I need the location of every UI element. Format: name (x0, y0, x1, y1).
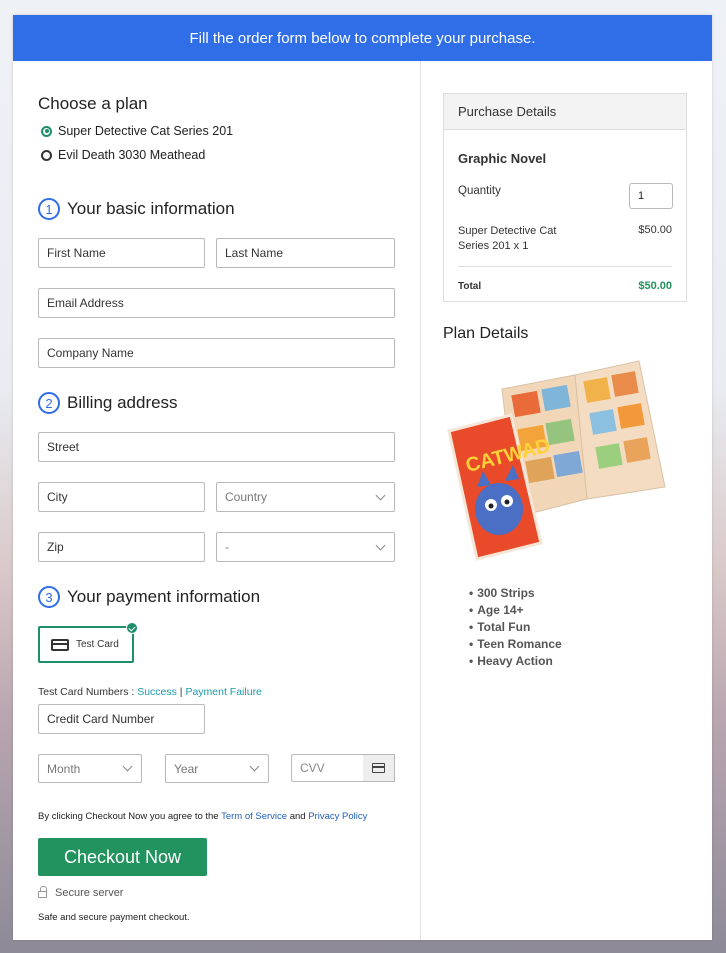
plan-option-2[interactable]: Evil Death 3030 Meathead (41, 148, 205, 162)
safe-checkout-text: Safe and secure payment checkout. (38, 912, 190, 923)
line-item-name: Super Detective Cat (458, 225, 557, 237)
last-name-placeholder: Last Name (225, 246, 284, 260)
step-number: 3 (38, 586, 60, 608)
purchase-details-box: Purchase Details Graphic Novel Quantity … (443, 93, 687, 302)
order-form-frame: Fill the order form below to complete yo… (13, 15, 712, 940)
email-placeholder: Email Address (47, 296, 124, 310)
zip-placeholder: Zip (47, 540, 64, 554)
card-number-field[interactable]: Credit Card Number (38, 704, 205, 734)
radio-selected-icon[interactable] (41, 125, 52, 137)
line-item: Super Detective Cat Series 201 x 1 (458, 224, 556, 254)
first-name-placeholder: First Name (47, 246, 106, 260)
step-basic-info: 1 Your basic information (38, 198, 235, 220)
feature-item: Age 14+ (469, 602, 562, 619)
year-select[interactable]: Year (165, 754, 269, 783)
email-field[interactable]: Email Address (38, 288, 395, 318)
cvv-placeholder: CVV (300, 761, 325, 775)
step-number: 2 (38, 392, 60, 414)
privacy-policy-link[interactable]: Privacy Policy (308, 811, 367, 822)
top-banner: Fill the order form below to complete yo… (13, 15, 712, 61)
terms-prefix: By clicking Checkout Now you agree to th… (38, 811, 222, 822)
cvv-field[interactable]: CVV (291, 754, 364, 782)
plan-details-heading: Plan Details (443, 325, 529, 342)
chevron-down-icon (249, 761, 260, 772)
month-select[interactable]: Month (38, 754, 142, 783)
comic-book-image: CATWAD (447, 360, 666, 561)
banner-text: Fill the order form below to complete yo… (189, 29, 536, 47)
city-placeholder: City (47, 490, 68, 504)
last-name-field[interactable]: Last Name (216, 238, 395, 268)
choose-plan-heading: Choose a plan (38, 94, 148, 113)
plan-features-list: 300 Strips Age 14+ Total Fun Teen Romanc… (469, 585, 562, 670)
chevron-down-icon (122, 761, 133, 772)
state-select[interactable]: - (216, 532, 395, 562)
checkmark-icon (126, 622, 138, 634)
test-card-numbers: Test Card Numbers : Success | Payment Fa… (38, 686, 262, 698)
feature-item: Heavy Action (469, 653, 562, 670)
step-title: Your payment information (67, 587, 261, 606)
checkout-now-button[interactable]: Checkout Now (38, 838, 207, 876)
plan-option-1[interactable]: Super Detective Cat Series 201 (41, 124, 233, 138)
step-title: Your basic information (67, 199, 235, 218)
quantity-value: 1 (638, 190, 645, 202)
company-placeholder: Company Name (47, 346, 134, 360)
country-value: Country (225, 490, 268, 504)
test-card-option[interactable]: Test Card (38, 622, 138, 663)
purchase-details-heading: Purchase Details (444, 94, 686, 130)
step-payment: 3 Your payment information (38, 586, 260, 608)
city-field[interactable]: City (38, 482, 205, 512)
step-title: Billing address (67, 393, 178, 412)
feature-item: Total Fun (469, 619, 562, 636)
year-value: Year (174, 761, 199, 776)
radio-unselected-icon[interactable] (41, 149, 52, 161)
zip-field[interactable]: Zip (38, 532, 205, 562)
quantity-input[interactable]: 1 (629, 183, 673, 209)
quantity-label: Quantity (458, 185, 501, 197)
terms-and: and (287, 811, 309, 822)
total-label: Total (458, 281, 482, 292)
divider (458, 266, 672, 267)
state-value: - (225, 540, 229, 554)
feature-item: Teen Romance (469, 636, 561, 653)
country-select[interactable]: Country (216, 482, 395, 512)
secure-server: Secure server (38, 886, 124, 899)
form-column: Choose a plan Super Detective Cat Series… (13, 61, 421, 940)
product-name: Graphic Novel (458, 151, 547, 166)
success-link[interactable]: Success (137, 686, 177, 698)
secure-server-label: Secure server (55, 887, 124, 899)
summary-column: Purchase Details Graphic Novel Quantity … (422, 61, 712, 940)
test-numbers-label: Test Card Numbers : (38, 686, 138, 698)
credit-card-icon (51, 638, 69, 651)
cvv-info-button[interactable] (363, 754, 395, 782)
chevron-down-icon (375, 490, 386, 500)
card-number-placeholder: Credit Card Number (47, 712, 155, 726)
step-number: 1 (38, 198, 60, 220)
chevron-down-icon (375, 540, 386, 550)
plan-option-label: Super Detective Cat Series 201 (58, 124, 234, 138)
street-field[interactable]: Street (38, 432, 395, 462)
plan-option-label: Evil Death 3030 Meathead (58, 148, 206, 162)
company-field[interactable]: Company Name (38, 338, 395, 368)
line-item-price: $50.00 (638, 224, 672, 236)
total-value: $50.00 (638, 280, 672, 292)
payment-failure-link[interactable]: Payment Failure (185, 686, 261, 698)
month-value: Month (47, 761, 81, 776)
line-item-qty: Series 201 x 1 (458, 240, 529, 252)
terms-of-service-link[interactable]: Term of Service (221, 811, 287, 822)
test-card-label: Test Card (76, 639, 119, 650)
lock-icon (38, 886, 47, 898)
feature-item: 300 Strips (469, 585, 562, 602)
first-name-field[interactable]: First Name (38, 238, 205, 268)
step-billing: 2 Billing address (38, 392, 178, 414)
credit-card-icon (372, 763, 385, 773)
terms-text: By clicking Checkout Now you agree to th… (38, 811, 367, 822)
street-placeholder: Street (47, 440, 80, 454)
